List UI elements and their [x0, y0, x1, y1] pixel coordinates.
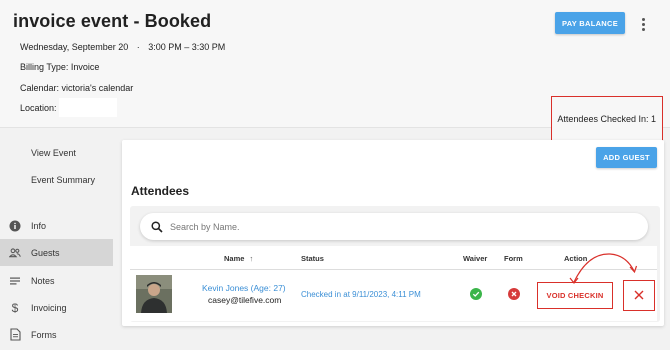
event-time: 3:00 PM – 3:30 PM [148, 42, 226, 52]
column-name[interactable]: Name ↑ [224, 254, 253, 263]
sidebar-item-label: Invoicing [31, 302, 67, 313]
document-icon [9, 328, 21, 341]
sidebar-item-label: Notes [31, 275, 55, 286]
guest-name-link[interactable]: Kevin Jones (Age: 27) [202, 283, 286, 293]
event-date: Wednesday, September 20 [20, 42, 129, 52]
column-waiver: Waiver [463, 254, 488, 263]
billing-type: Billing Type: Invoice [20, 62, 100, 72]
sidebar-item-label: Event Summary [31, 174, 96, 185]
attendees-checked-in: Attendees Checked In: 1 [551, 96, 663, 141]
add-guest-button[interactable]: ADD GUEST [596, 147, 657, 168]
sidebar-item-label: Info [31, 220, 47, 231]
search-bar[interactable] [140, 213, 648, 240]
sidebar-item-notes[interactable]: Notes [0, 267, 113, 294]
sidebar-item-label: Guests [31, 247, 60, 258]
sidebar-item-label: View Event [31, 147, 76, 158]
dollar-icon: $ [11, 300, 19, 315]
search-input[interactable] [170, 217, 630, 236]
sidebar-item-guests[interactable]: Guests [0, 239, 113, 266]
sidebar-item-label: Forms [31, 329, 57, 340]
page-title: invoice event - Booked [13, 11, 212, 31]
guest-email: casey@tilefive.com [208, 295, 282, 305]
column-action: Action [564, 254, 588, 263]
column-form: Form [504, 254, 523, 263]
avatar [136, 275, 172, 313]
calendar-name: Calendar: victoria's calendar [20, 83, 134, 93]
info-icon [9, 220, 21, 232]
sidebar-item-forms[interactable]: Forms [0, 321, 113, 348]
sidebar-item-event-summary[interactable]: Event Summary [0, 166, 113, 193]
void-checkin-button[interactable]: VOID CHECKIN [537, 282, 613, 309]
check-circle-icon [470, 288, 482, 300]
sidebar-item-invoicing[interactable]: $ Invoicing [0, 294, 113, 321]
more-options-icon[interactable] [637, 14, 649, 34]
people-icon [9, 247, 21, 259]
x-circle-icon [508, 288, 520, 300]
location-value [59, 98, 117, 117]
close-icon [634, 287, 644, 305]
sidebar-item-info[interactable]: Info [0, 212, 113, 239]
sidebar-item-view-event[interactable]: View Event [0, 139, 113, 166]
event-datetime: Wednesday, September 20 · 3:00 PM – 3:30… [20, 42, 225, 52]
sort-arrow-icon[interactable]: ↑ [250, 254, 254, 263]
attendees-heading: Attendees [131, 184, 190, 198]
remove-guest-button[interactable] [623, 280, 655, 311]
column-status: Status [301, 254, 324, 263]
notes-icon [9, 275, 21, 287]
checkin-status-link[interactable]: Checked in at 9/11/2023, 4:11 PM [301, 290, 421, 299]
search-icon [151, 220, 163, 233]
datetime-separator: · [136, 42, 140, 52]
table-row: Kevin Jones (Age: 27) casey@tilefive.com… [130, 269, 657, 321]
pay-balance-button[interactable]: PAY BALANCE [555, 12, 625, 34]
column-name-label: Name [224, 254, 245, 263]
location-label: Location: [20, 103, 57, 113]
